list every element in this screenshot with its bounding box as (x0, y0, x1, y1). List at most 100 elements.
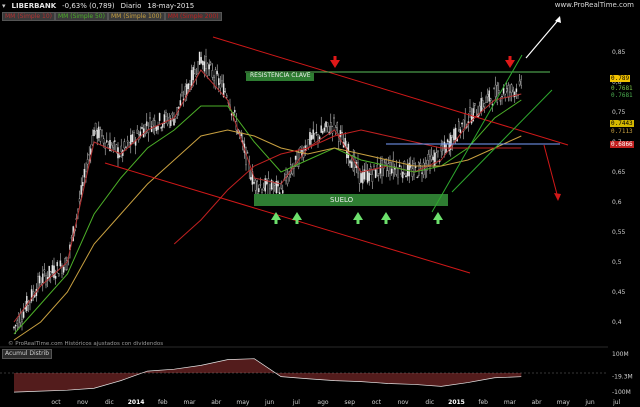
resistance-arrow-down-icon-0 (330, 56, 340, 68)
candle-body (37, 276, 39, 289)
price-tag-3: 0.7443 (610, 120, 634, 127)
candle-body (418, 162, 420, 176)
candle-body (112, 142, 114, 148)
indicator-tick-2: -100M (612, 389, 631, 396)
candle-body (211, 70, 214, 78)
candle-body (13, 326, 15, 329)
ad-area (14, 358, 522, 393)
candle-body (400, 172, 402, 175)
candle-body (219, 83, 222, 89)
candle-body (480, 98, 482, 112)
candle-body (88, 154, 90, 156)
x-tick-label-3: 2014 (128, 399, 145, 406)
candle-body (520, 79, 522, 86)
candle-body (131, 134, 134, 143)
candle-body (16, 320, 18, 325)
candle-body (323, 127, 326, 132)
candle-body (192, 67, 194, 81)
x-tick-label-18: abr (532, 399, 542, 406)
candle-body (38, 275, 41, 284)
x-tick-label-6: abr (211, 399, 221, 406)
y-tick-label-8: 0,45 (612, 289, 626, 296)
candle-body (518, 80, 521, 85)
ma-line-1 (13, 99, 522, 335)
candle-body (205, 56, 207, 69)
candle-body (512, 89, 514, 92)
candle-body (202, 60, 204, 66)
candle-body (454, 127, 457, 141)
candle-body (70, 237, 73, 239)
candle-body (326, 122, 329, 127)
x-tick-label-5: mar (184, 399, 197, 406)
candle-body (381, 160, 383, 176)
candle-body (114, 140, 116, 142)
candle-body (325, 121, 327, 128)
candle-body (210, 62, 212, 65)
x-tick-label-1: nov (77, 399, 88, 406)
price-tag-5: 0.6866 (610, 141, 634, 148)
candle-body (184, 86, 186, 95)
y-tick-label-9: 0,4 (612, 319, 622, 326)
candle-body (499, 100, 502, 102)
price-tag-0: 0.789 (610, 75, 631, 82)
candle-body (373, 164, 375, 167)
y-tick-label-7: 0,5 (612, 259, 622, 266)
candle-body (173, 118, 175, 126)
candle-body (259, 184, 262, 186)
candle-body (416, 177, 418, 178)
x-tick-label-17: mar (504, 399, 517, 406)
candle-body (510, 84, 513, 93)
indicator-label[interactable]: Acumul Distrib (2, 349, 53, 359)
candle-body (341, 132, 343, 134)
candle-body (99, 129, 102, 142)
candle-body (514, 92, 516, 98)
candle-body (160, 127, 162, 129)
x-tick-label-8: jun (264, 399, 274, 406)
candle-body (150, 126, 153, 132)
candle-body (379, 163, 382, 174)
indicator-panel: 100M -19.3M -100M (0, 346, 633, 396)
candle-body (18, 316, 20, 328)
candle-body (352, 154, 354, 171)
candle-body (206, 63, 209, 76)
candle-body (339, 130, 342, 137)
candle-body (445, 144, 447, 154)
candle-body (312, 129, 314, 139)
candle-body (115, 144, 118, 152)
candle-body (149, 117, 151, 120)
candle-body (154, 120, 156, 129)
candle-body (106, 140, 108, 143)
candle-body (430, 154, 433, 160)
candle-body (411, 168, 414, 177)
resistance-label: RESISTENCIA CLAVE (250, 72, 311, 79)
chart-stage: ▾ LIBERBANK -0,63% (0,789) Diario 18-may… (0, 0, 640, 407)
candle-body (509, 91, 511, 93)
candle-body (221, 80, 223, 83)
candle-body (437, 150, 439, 153)
candle-body (506, 88, 508, 92)
candle-body (165, 112, 167, 117)
candle-body (234, 109, 236, 113)
candle-body (482, 100, 484, 109)
channel-line-upper (431, 54, 523, 213)
candle-body (384, 159, 386, 163)
candle-body (362, 172, 364, 184)
candle-body (464, 113, 466, 128)
candle-body (253, 182, 255, 184)
candle-body (422, 162, 425, 175)
candle-body (272, 187, 274, 190)
candle-body (349, 160, 351, 164)
candle-body (282, 190, 284, 194)
candle-body (158, 113, 161, 121)
x-tick-label-14: dic (425, 399, 434, 406)
support-arrow-up-icon-3 (381, 212, 391, 224)
candle-body (82, 182, 84, 187)
candle-body (110, 144, 113, 150)
candle-body (200, 57, 202, 64)
x-tick-label-16: feb (478, 399, 488, 406)
x-tick-label-15: 2015 (448, 399, 465, 406)
candle-body (62, 267, 65, 273)
projection-arrow-down-head (554, 193, 561, 201)
candle-body (494, 84, 497, 97)
candle-body (48, 265, 50, 279)
